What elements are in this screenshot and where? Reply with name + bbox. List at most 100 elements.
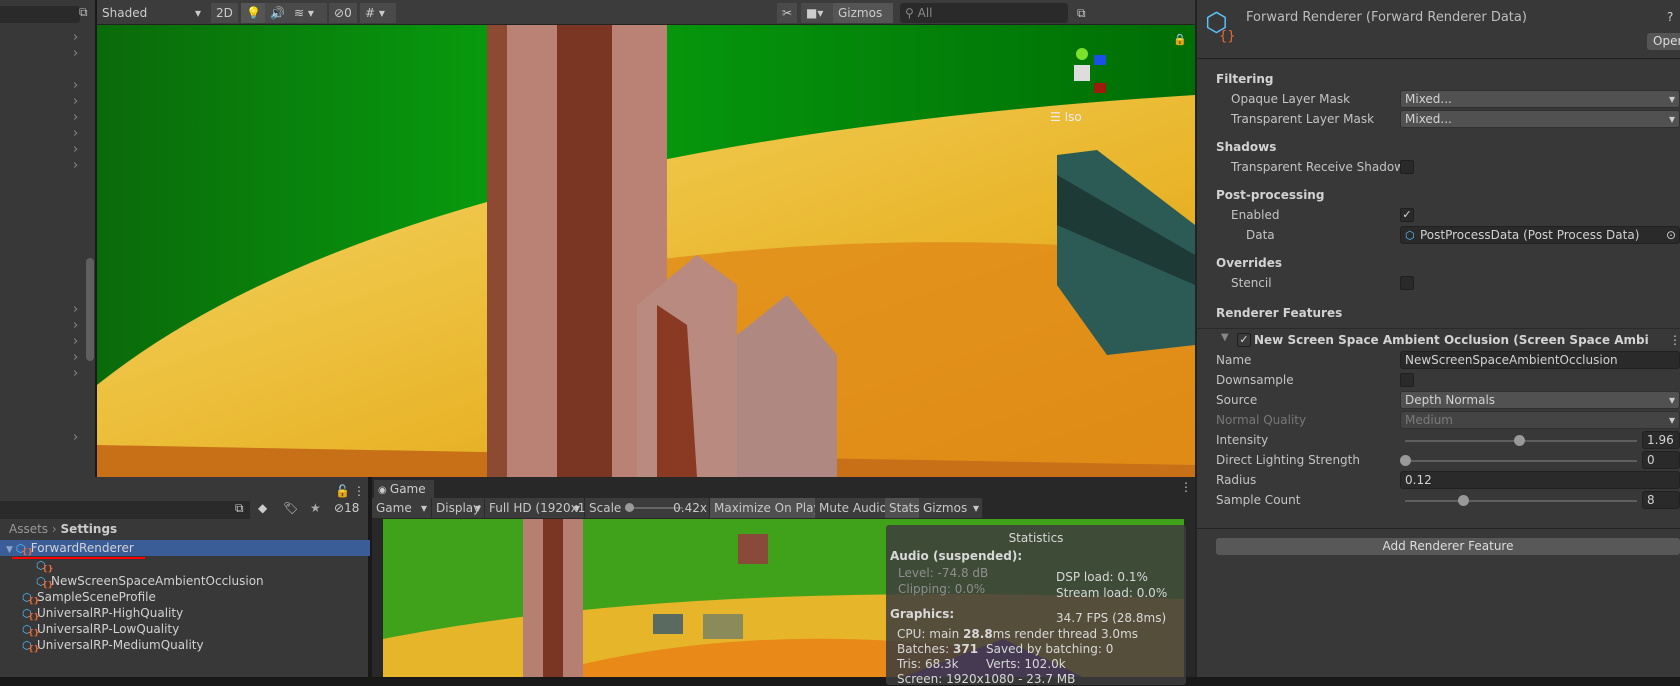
lock-icon[interactable]: 🔓 <box>335 484 350 498</box>
slider-knob[interactable] <box>625 503 634 512</box>
expand-chevron-icon[interactable]: › <box>73 302 78 317</box>
list-item[interactable]: ⬡{} <box>0 557 370 573</box>
section-overrides: Overrides <box>1216 256 1282 270</box>
list-item[interactable]: ⬡{} UniversalRP-HighQuality <box>0 605 370 621</box>
scale-slider[interactable]: Scale 0.42x <box>585 498 710 518</box>
stencil-checkbox[interactable] <box>1400 276 1414 290</box>
scene-view[interactable]: ☰ Iso 🔒 <box>97 25 1195 477</box>
intensity-slider[interactable] <box>1405 435 1637 446</box>
more-options-icon[interactable]: ⋮ <box>1669 333 1680 347</box>
slider-knob[interactable] <box>1400 455 1411 466</box>
maximize-icon[interactable]: ⧉ <box>235 501 244 516</box>
game-view-dropdown[interactable]: Game ▾ <box>372 498 432 518</box>
expand-chevron-icon[interactable]: › <box>73 46 78 61</box>
post-process-data-field[interactable]: ⬡ PostProcessData (Post Process Data) ⊙ <box>1400 226 1680 244</box>
sample-count-input[interactable]: 8 <box>1642 491 1680 509</box>
source-label: Source <box>1216 393 1258 407</box>
renderer-data-icon: ⬡{} <box>1205 8 1236 44</box>
maximize-icon[interactable]: ⧉ <box>79 5 88 20</box>
expand-chevron-icon[interactable]: › <box>73 30 78 45</box>
more-options-icon[interactable]: ⋮ <box>353 484 365 498</box>
scrollbar-thumb[interactable] <box>86 258 94 361</box>
tools-icon[interactable]: ✂ <box>777 3 798 23</box>
grid-icon[interactable]: # ▾ <box>360 3 396 23</box>
gizmos-dropdown[interactable]: Gizmos ▾ <box>833 3 893 40</box>
lighting-icon[interactable]: 💡 <box>241 3 266 23</box>
gizmo-x-axis[interactable] <box>1094 83 1106 93</box>
list-item[interactable]: ⬡{} SampleSceneProfile <box>0 589 370 605</box>
intensity-input[interactable]: 1.96 <box>1642 431 1680 449</box>
opaque-layer-mask-label: Opaque Layer Mask <box>1231 92 1351 106</box>
opaque-layer-mask-dropdown[interactable]: Mixed... <box>1400 90 1680 108</box>
filter-by-label-icon[interactable]: 🏷 <box>283 501 298 515</box>
orientation-gizmo[interactable] <box>1052 43 1112 103</box>
slider-knob[interactable] <box>1458 495 1469 506</box>
feature-enabled-checkbox[interactable]: ✓ <box>1237 333 1251 347</box>
expand-chevron-icon[interactable]: › <box>73 94 78 109</box>
maximize-on-play-toggle[interactable]: Maximize On Play <box>710 498 826 518</box>
project-search-input[interactable] <box>0 501 250 519</box>
breadcrumb-assets[interactable]: Assets <box>9 522 48 536</box>
transparent-layer-mask-dropdown[interactable]: Mixed... <box>1400 110 1680 128</box>
tab-game[interactable]: ◉ Game <box>374 480 434 498</box>
resolution-dropdown[interactable]: Full HD (1920x1080) ▾ <box>485 498 613 518</box>
direct-lighting-strength-slider[interactable] <box>1400 455 1637 466</box>
draw-mode-dropdown[interactable]: Shaded ▾ <box>97 3 205 23</box>
projection-toggle[interactable]: ☰ Iso <box>1050 110 1082 124</box>
expand-chevron-icon[interactable]: › <box>73 158 78 173</box>
direct-lighting-strength-input[interactable]: 0 <box>1642 451 1680 469</box>
camera-icon[interactable]: ■▾ <box>801 3 833 23</box>
audio-clipping: Clipping: 0.0% <box>898 582 986 596</box>
gizmos-dropdown[interactable]: Gizmos ▾ <box>919 498 983 518</box>
sample-count-slider[interactable] <box>1405 495 1637 506</box>
slider-knob[interactable] <box>1513 435 1525 446</box>
gizmo-y-axis[interactable] <box>1076 48 1088 60</box>
post-processing-enabled-checkbox[interactable]: ✓ <box>1400 208 1414 222</box>
scene-search-input[interactable]: ⚲ All <box>900 3 1068 23</box>
favorites-star-icon[interactable]: ★ <box>310 501 321 515</box>
open-button[interactable]: Open <box>1647 33 1680 50</box>
list-item[interactable]: ▼ ⬡{} ForwardRenderer <box>0 540 370 556</box>
breadcrumb-settings[interactable]: Settings <box>61 522 118 536</box>
expand-chevron-icon[interactable]: › <box>73 126 78 141</box>
radius-input[interactable]: 0.12 <box>1400 471 1680 489</box>
display-dropdown[interactable]: Display 1 ▾ <box>432 498 492 518</box>
effects-icon[interactable]: ≋ ▾ <box>289 3 327 23</box>
downsample-checkbox[interactable] <box>1400 373 1414 387</box>
add-renderer-feature-button[interactable]: Add Renderer Feature <box>1216 538 1680 555</box>
cpu-stats: CPU: main 28.8ms render thread 3.0ms <box>897 627 1139 641</box>
hierarchy-search-input[interactable] <box>0 6 80 23</box>
transparent-receive-shadow-label: Transparent Receive Shadow <box>1231 160 1405 174</box>
intensity-label: Intensity <box>1216 433 1269 447</box>
inspector-title: Forward Renderer (Forward Renderer Data) <box>1246 10 1527 25</box>
maximize-icon[interactable]: ⧉ <box>1072 3 1091 23</box>
hidden-packages-toggle[interactable]: ⊘18 <box>334 501 359 515</box>
2d-toggle[interactable]: 2D <box>211 3 238 23</box>
foldout-arrow-icon[interactable]: ▼ <box>1221 332 1229 343</box>
feature-name-input[interactable]: NewScreenSpaceAmbientOcclusion <box>1400 351 1680 369</box>
help-icon[interactable]: ? <box>1667 10 1673 24</box>
list-item[interactable]: ⬡{} UniversalRP-MediumQuality <box>0 637 370 653</box>
gizmo-z-axis[interactable] <box>1094 55 1106 65</box>
section-post-processing: Post-processing <box>1216 188 1325 202</box>
list-item[interactable]: ⬡{} UniversalRP-LowQuality <box>0 621 370 637</box>
expand-chevron-icon[interactable]: › <box>73 334 78 349</box>
more-options-icon[interactable]: ⋮ <box>1180 480 1192 494</box>
object-picker-icon[interactable]: ⊙ <box>1666 227 1676 243</box>
list-item[interactable]: ⬡{} NewScreenSpaceAmbientOcclusion <box>0 573 370 589</box>
foldout-arrow-icon[interactable]: ▼ <box>6 545 16 555</box>
expand-chevron-icon[interactable]: › <box>73 318 78 333</box>
audio-icon[interactable]: 🔊 <box>265 3 290 23</box>
expand-chevron-icon[interactable]: › <box>73 366 78 381</box>
source-dropdown[interactable]: Depth Normals <box>1400 391 1680 409</box>
hidden-objects-toggle[interactable]: ⊘0 <box>329 3 357 23</box>
expand-chevron-icon[interactable]: › <box>73 350 78 365</box>
expand-chevron-icon[interactable]: › <box>73 110 78 125</box>
mute-audio-toggle[interactable]: Mute Audio <box>815 498 892 518</box>
filter-by-type-icon[interactable]: ◆ <box>258 501 267 515</box>
transparent-receive-shadow-checkbox[interactable] <box>1400 160 1414 174</box>
expand-chevron-icon[interactable]: › <box>73 430 78 445</box>
expand-chevron-icon[interactable]: › <box>73 78 78 93</box>
expand-chevron-icon[interactable]: › <box>73 142 78 157</box>
lock-icon[interactable]: 🔒 <box>1173 33 1187 46</box>
